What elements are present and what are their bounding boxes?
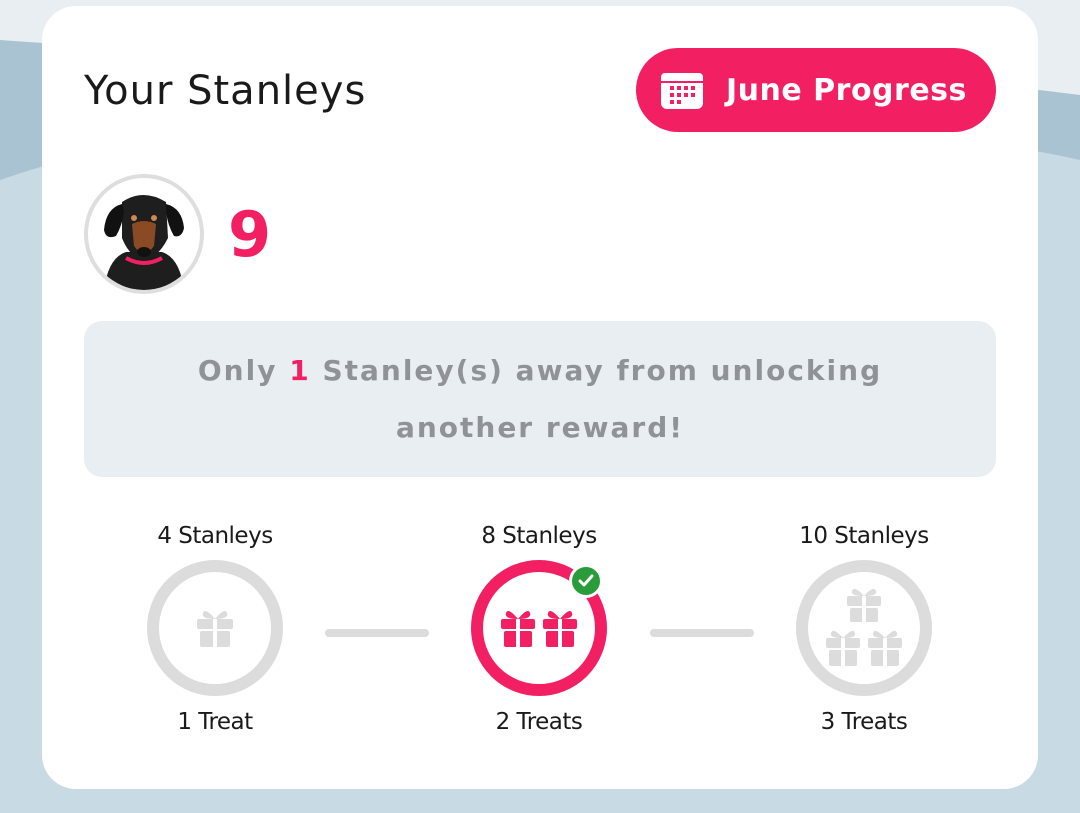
- tier-connector: [325, 629, 429, 637]
- tier-stanleys-label: 4 Stanleys: [157, 523, 273, 549]
- check-icon: [569, 564, 603, 598]
- tier-reward-label: 2 Treats: [495, 709, 583, 735]
- tier-stanleys-label: 8 Stanleys: [481, 523, 597, 549]
- gift-icon: [826, 588, 902, 666]
- tier-reward-label: 3 Treats: [820, 709, 908, 735]
- stanleys-card: Your Stanleys June Progress 9 Only 1 Sta…: [42, 6, 1038, 789]
- tier-ring-unlocked: [471, 560, 607, 696]
- reward-tier-1[interactable]: 4 Stanleys 1 Treat: [115, 520, 315, 738]
- reward-tier-2[interactable]: 8 Stanleys 2 Treats: [439, 520, 639, 738]
- notice-remaining: 1: [289, 354, 311, 387]
- dachshund-icon: [104, 195, 184, 290]
- tier-ring: [796, 560, 932, 696]
- dachshund-avatar: [84, 174, 204, 294]
- page-title: Your Stanleys: [84, 68, 367, 114]
- month-progress-button[interactable]: June Progress: [636, 48, 996, 132]
- notice-suffix: Stanley(s) away from unlocking another r…: [322, 354, 883, 444]
- gift-icon: [197, 611, 233, 647]
- gift-icon: [501, 611, 577, 647]
- tier-connector: [650, 629, 754, 637]
- stanley-count: 9: [228, 198, 272, 271]
- calendar-icon: [661, 73, 703, 109]
- reward-tier-3[interactable]: 10 Stanleys 3 Treats: [764, 520, 964, 738]
- tier-stanleys-label: 10 Stanleys: [799, 523, 929, 549]
- reward-notice: Only 1 Stanley(s) away from unlocking an…: [84, 321, 996, 477]
- tier-ring: [147, 560, 283, 696]
- notice-prefix: Only: [197, 354, 278, 387]
- tier-reward-label: 1 Treat: [177, 709, 253, 735]
- month-progress-label: June Progress: [726, 72, 967, 108]
